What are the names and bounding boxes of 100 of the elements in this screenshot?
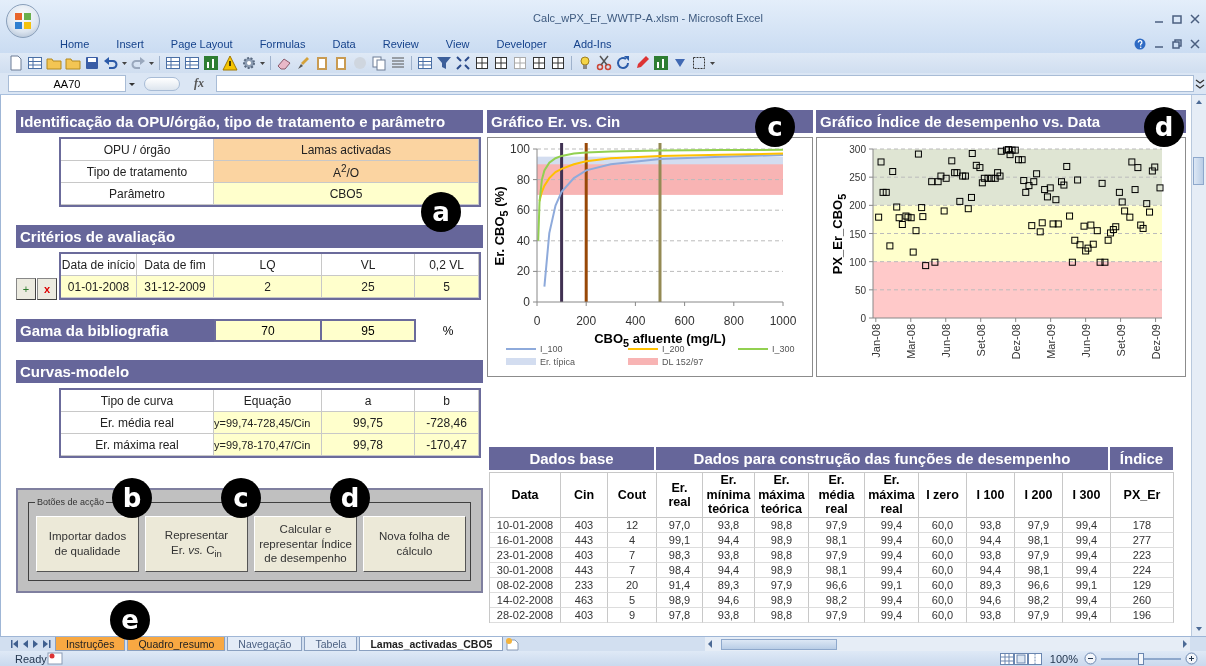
sheet-tab[interactable]: Instruções bbox=[55, 637, 126, 651]
table-cell: 98,1 bbox=[809, 563, 865, 578]
zoom-in-icon[interactable] bbox=[1185, 652, 1198, 665]
save-icon[interactable] bbox=[84, 55, 100, 71]
previous-sheet-icon[interactable] bbox=[21, 639, 29, 649]
ribbon-tab[interactable]: Add-Ins bbox=[573, 38, 612, 50]
table-cell: 403 bbox=[561, 548, 608, 563]
chart-icon[interactable] bbox=[203, 55, 219, 71]
warning-icon[interactable] bbox=[222, 55, 238, 71]
chart-icon[interactable] bbox=[653, 55, 669, 71]
ribbon-tab[interactable]: Developer bbox=[496, 38, 547, 50]
selection-frame-icon[interactable] bbox=[691, 55, 707, 71]
office-button[interactable] bbox=[6, 4, 40, 38]
horizontal-scrollbar[interactable] bbox=[705, 637, 1190, 651]
tick-label: 0 bbox=[523, 295, 530, 309]
scrollbar-thumb[interactable] bbox=[721, 638, 837, 650]
page-layout-view-icon[interactable] bbox=[1013, 652, 1028, 665]
table-cell: 7 bbox=[608, 563, 657, 578]
data-point bbox=[889, 168, 897, 176]
data-point bbox=[914, 150, 922, 158]
table-cell: 93,8 bbox=[703, 518, 755, 533]
data-point bbox=[909, 248, 917, 256]
grid-icon[interactable] bbox=[531, 55, 547, 71]
table-cell: 99,4 bbox=[865, 533, 919, 548]
tick-label: 80 bbox=[516, 172, 530, 187]
action-button[interactable]: Representar Er. vs. C$_{in}$ bbox=[145, 516, 248, 572]
axis-title: CBO$_{5}$ afluente (mg/L) bbox=[594, 331, 726, 346]
remove-button[interactable]: x bbox=[37, 278, 57, 300]
ribbon-tab[interactable]: Insert bbox=[116, 38, 144, 50]
table-cell: 93,8 bbox=[967, 548, 1015, 563]
ribbon-tab[interactable]: Home bbox=[60, 38, 90, 50]
ribbon-tab[interactable]: Review bbox=[382, 38, 419, 50]
expand-arrows-icon[interactable] bbox=[455, 55, 471, 71]
document-icon[interactable] bbox=[8, 55, 24, 71]
table-cell: 23-01-2008 bbox=[490, 548, 561, 563]
close-icon[interactable] bbox=[1190, 39, 1200, 49]
table-icon[interactable] bbox=[184, 55, 200, 71]
ribbon-tab[interactable]: Formulas bbox=[259, 38, 306, 50]
grid-icon[interactable] bbox=[474, 55, 490, 71]
ribbon-tab[interactable]: View bbox=[445, 38, 470, 50]
first-sheet-icon[interactable] bbox=[10, 639, 18, 649]
grid-icon[interactable] bbox=[550, 55, 566, 71]
action-button[interactable]: Nova folha de cálculo bbox=[363, 516, 466, 572]
tick-label: 200 bbox=[849, 200, 866, 212]
ribbon-tab[interactable]: Page Layout bbox=[170, 38, 233, 50]
page-break-view-icon[interactable] bbox=[1027, 652, 1042, 665]
right-arrow-icon[interactable] bbox=[1180, 638, 1190, 650]
callout-marker: e bbox=[110, 600, 150, 640]
table-icon[interactable] bbox=[165, 55, 181, 71]
table-cell: 97,9 bbox=[809, 608, 865, 623]
scissors-icon[interactable] bbox=[596, 55, 612, 71]
maximize-icon[interactable] bbox=[1172, 14, 1182, 24]
close-icon[interactable] bbox=[1190, 14, 1200, 24]
sheet-tab[interactable]: Navegação bbox=[227, 637, 303, 651]
grid-icon[interactable] bbox=[493, 55, 509, 71]
table-cell: 94,4 bbox=[967, 563, 1015, 578]
table-cell: 443 bbox=[561, 563, 608, 578]
zoom-level-text[interactable]: 100% bbox=[1049, 652, 1078, 665]
tick-label: 0 bbox=[860, 313, 866, 324]
table-cell: 98,2 bbox=[809, 593, 865, 608]
gear-icon[interactable] bbox=[241, 55, 257, 71]
sheet-tab[interactable]: Quadro_resumo bbox=[127, 637, 226, 651]
table-cell: 277 bbox=[1111, 533, 1174, 548]
bulb-icon[interactable] bbox=[577, 55, 593, 71]
macro-record-icon[interactable] bbox=[46, 652, 63, 665]
data-point bbox=[1074, 176, 1082, 184]
help-icon[interactable] bbox=[1134, 38, 1146, 50]
column-header: Er. real bbox=[657, 472, 703, 518]
action-button[interactable]: Calcular e representar Índice de desempenho bbox=[254, 516, 357, 572]
table-icon[interactable] bbox=[417, 55, 433, 71]
pencil-icon[interactable] bbox=[634, 55, 650, 71]
column-header: Cout bbox=[608, 472, 657, 518]
copy-icon[interactable] bbox=[371, 55, 387, 71]
vertical-scrollbar[interactable] bbox=[1191, 95, 1206, 636]
slider-thumb[interactable] bbox=[1138, 652, 1144, 665]
restore-icon[interactable] bbox=[1172, 39, 1182, 49]
table-cell: 99,4 bbox=[1063, 548, 1111, 563]
ribbon-tab[interactable]: Data bbox=[332, 38, 356, 50]
table-icon[interactable] bbox=[27, 55, 43, 71]
tick-label: 200 bbox=[576, 314, 597, 328]
table-cell: 98,1 bbox=[1015, 533, 1063, 548]
scrollbar-thumb[interactable] bbox=[1193, 157, 1204, 185]
table-cell: 5 bbox=[415, 276, 479, 298]
formula-field[interactable] bbox=[216, 75, 1194, 92]
add-button[interactable]: + bbox=[16, 278, 36, 300]
column-header: Er. média real bbox=[809, 472, 865, 518]
splitter-handle[interactable] bbox=[144, 76, 180, 91]
action-button[interactable]: Importar dados de qualidade bbox=[36, 516, 139, 572]
table-cell: 196 bbox=[1111, 608, 1174, 623]
sheet-tab[interactable]: Lamas_activadas_CBO5 bbox=[359, 637, 504, 651]
undo-icon[interactable] bbox=[103, 55, 119, 71]
zoom-out-icon[interactable] bbox=[1084, 652, 1097, 665]
last-sheet-icon[interactable] bbox=[43, 639, 51, 649]
name-box[interactable]: AA70 bbox=[8, 75, 126, 92]
insert-function-button[interactable]: fx bbox=[194, 76, 204, 91]
filter-icon[interactable] bbox=[436, 55, 452, 71]
sheet-tab[interactable]: Tabela bbox=[304, 637, 358, 651]
normal-view-icon[interactable] bbox=[999, 652, 1014, 665]
refresh-icon[interactable] bbox=[615, 55, 631, 71]
next-sheet-icon[interactable] bbox=[32, 639, 40, 649]
